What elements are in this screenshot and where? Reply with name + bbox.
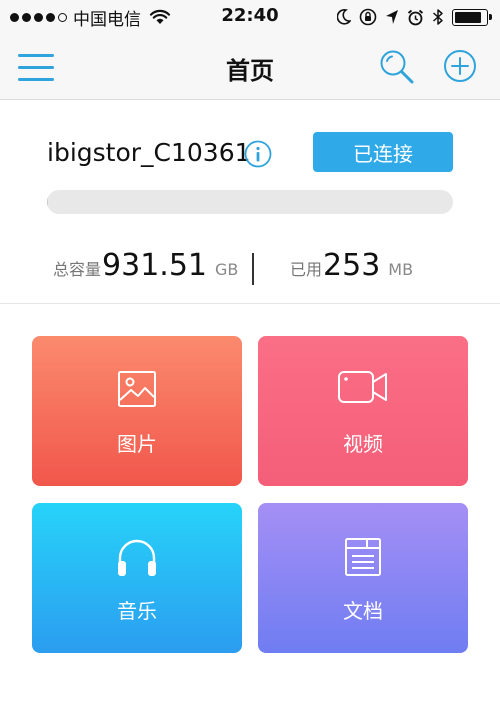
nav-bar: 首页 bbox=[0, 34, 500, 100]
used-capacity-value: 253 bbox=[323, 248, 381, 283]
documents-tile[interactable]: 文档 bbox=[258, 503, 468, 653]
battery-icon bbox=[452, 8, 492, 26]
connection-status-button[interactable]: 已连接 bbox=[313, 132, 453, 172]
alarm-icon bbox=[407, 9, 424, 25]
video-camera-icon bbox=[338, 371, 387, 403]
location-icon bbox=[386, 10, 398, 24]
rotation-lock-icon bbox=[359, 8, 377, 26]
used-capacity-label: 已用 bbox=[290, 260, 323, 279]
status-right bbox=[337, 7, 492, 27]
page-title: 首页 bbox=[226, 57, 274, 85]
search-icon bbox=[380, 50, 414, 84]
video-tile-label: 视频 bbox=[343, 432, 383, 456]
info-icon[interactable] bbox=[244, 140, 272, 168]
music-tile-label: 音乐 bbox=[117, 599, 157, 623]
search-button[interactable] bbox=[378, 48, 416, 86]
headphones-icon bbox=[118, 539, 156, 576]
total-capacity-value: 931.51 bbox=[102, 248, 207, 283]
total-capacity-unit: GB bbox=[215, 260, 239, 279]
documents-tile-label: 文档 bbox=[343, 599, 383, 623]
status-bar: 中国电信 22:40 bbox=[0, 0, 500, 34]
photos-tile-label: 图片 bbox=[117, 432, 157, 456]
bluetooth-icon bbox=[433, 9, 443, 25]
music-tile[interactable]: 音乐 bbox=[32, 503, 242, 653]
video-tile[interactable]: 视频 bbox=[258, 336, 468, 486]
device-name: ibigstor_C10361 bbox=[47, 138, 251, 167]
storage-usage-bar bbox=[47, 190, 453, 214]
divider bbox=[0, 303, 500, 304]
used-capacity: 已用 253 MB bbox=[290, 248, 413, 288]
plus-circle-icon bbox=[444, 50, 476, 82]
used-capacity-unit: MB bbox=[388, 260, 414, 279]
moon-icon bbox=[337, 9, 351, 25]
capacity-divider bbox=[252, 253, 254, 285]
image-icon bbox=[118, 371, 156, 407]
bottom-area bbox=[0, 690, 500, 710]
total-capacity: 总容量 931.51 GB bbox=[53, 248, 238, 288]
photos-tile[interactable]: 图片 bbox=[32, 336, 242, 486]
total-capacity-label: 总容量 bbox=[53, 260, 102, 279]
add-button[interactable] bbox=[442, 48, 478, 84]
document-icon bbox=[345, 538, 381, 576]
